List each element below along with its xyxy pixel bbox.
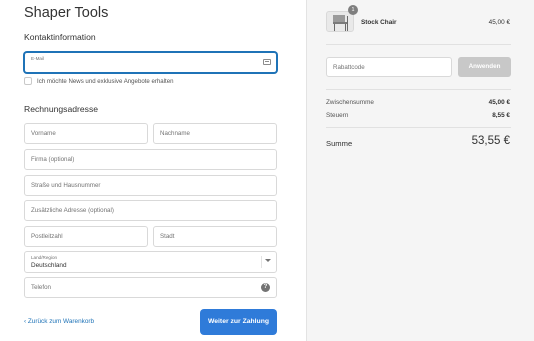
tax-label: Steuern: [326, 112, 349, 119]
address2-placeholder: Zusätzliche Adresse (optional): [31, 207, 114, 214]
product-price: 45,00 €: [488, 19, 510, 26]
help-icon[interactable]: ?: [261, 283, 270, 292]
card-icon: [263, 59, 271, 65]
discount-placeholder: Rabattcode: [333, 64, 365, 71]
divider: [326, 127, 511, 128]
quantity-badge: 1: [348, 5, 358, 15]
first-name-placeholder: Vorname: [31, 130, 56, 137]
newsletter-checkbox[interactable]: [24, 77, 32, 85]
company-placeholder: Firma (optional): [31, 156, 75, 163]
address2-field[interactable]: Zusätzliche Adresse (optional): [24, 200, 277, 221]
newsletter-label: Ich möchte News und exklusive Angebote e…: [37, 78, 174, 85]
email-label: E-Mail: [31, 56, 45, 61]
checkout-form-panel: Shaper Tools Kontaktinformation E-Mail I…: [0, 0, 306, 341]
street-field[interactable]: Straße und Hausnummer: [24, 175, 277, 196]
city-field[interactable]: Stadt: [153, 226, 277, 247]
contact-section-title: Kontaktinformation: [24, 32, 96, 42]
last-name-field[interactable]: Nachname: [153, 123, 277, 144]
select-divider: [261, 256, 262, 268]
phone-field[interactable]: Telefon ?: [24, 277, 277, 298]
continue-to-payment-button[interactable]: Weiter zur Zahlung: [200, 309, 277, 335]
first-name-field[interactable]: Vorname: [24, 123, 148, 144]
country-value: Deutschland: [31, 262, 67, 269]
phone-placeholder: Telefon: [31, 284, 51, 291]
company-field[interactable]: Firma (optional): [24, 149, 277, 170]
subtotal-label: Zwischensumme: [326, 99, 374, 106]
store-title: Shaper Tools: [24, 5, 109, 21]
discount-code-input[interactable]: Rabattcode: [326, 57, 452, 77]
apply-discount-button[interactable]: Anwenden: [458, 57, 511, 77]
divider: [326, 44, 511, 45]
street-placeholder: Straße und Hausnummer: [31, 182, 101, 189]
divider: [326, 89, 511, 90]
country-label: Land/Region: [31, 255, 58, 260]
city-placeholder: Stadt: [160, 233, 175, 240]
tax-value: 8,55 €: [492, 112, 510, 119]
back-to-cart-link[interactable]: ‹ Zurück zum Warenkorb: [24, 318, 94, 325]
email-field[interactable]: E-Mail: [24, 52, 277, 73]
billing-section-title: Rechnungsadresse: [24, 104, 99, 114]
last-name-placeholder: Nachname: [160, 130, 190, 137]
zip-field[interactable]: Postleitzahl: [24, 226, 148, 247]
chevron-down-icon: [265, 259, 271, 262]
order-summary-panel: [306, 0, 534, 341]
total-label: Summe: [326, 139, 353, 148]
product-name: Stock Chair: [361, 19, 397, 26]
chair-image: [333, 15, 348, 31]
subtotal-value: 45,00 €: [488, 99, 510, 106]
country-select[interactable]: Land/Region Deutschland: [24, 251, 277, 273]
total-value: 53,55 €: [471, 135, 510, 147]
zip-placeholder: Postleitzahl: [31, 233, 63, 240]
